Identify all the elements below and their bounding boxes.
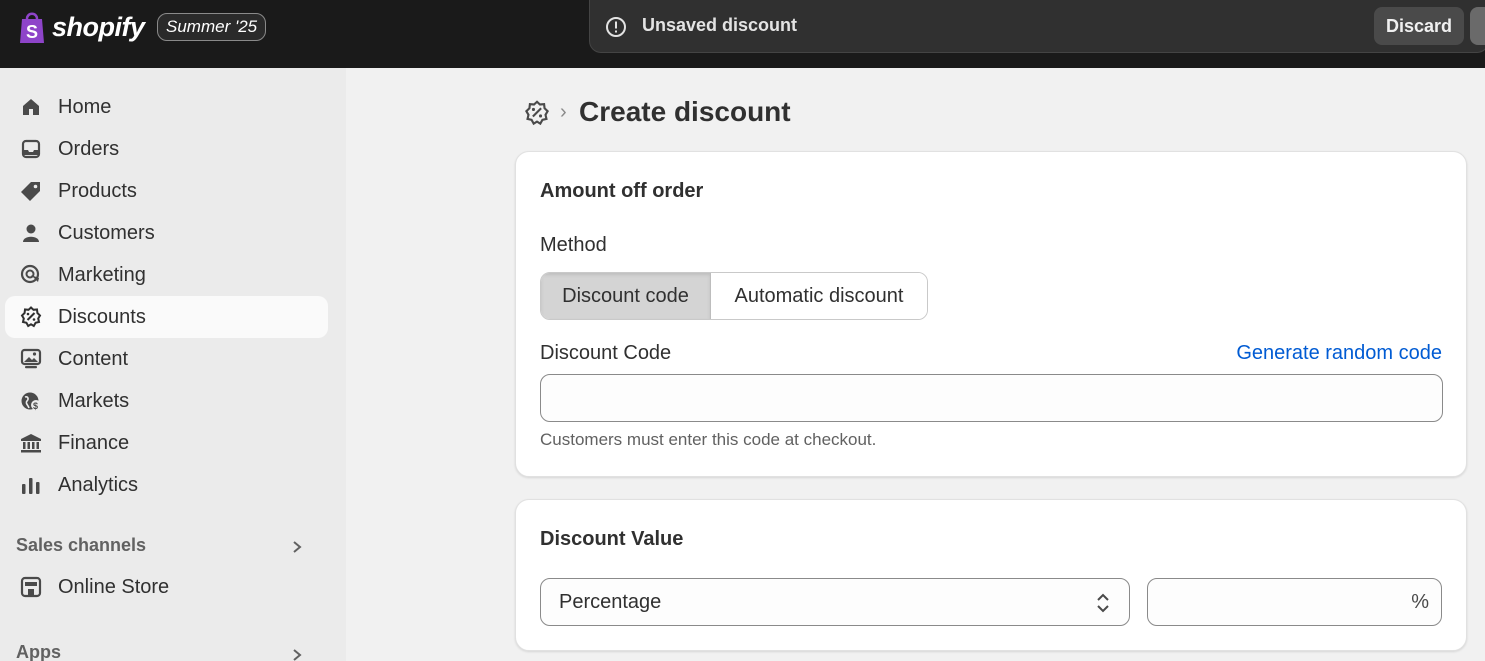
sidebar-item-label: Orders (58, 138, 120, 160)
store-icon (20, 576, 42, 598)
discount-code-help-text: Customers must enter this code at checko… (540, 430, 877, 449)
discount-amount-input[interactable]: % (1147, 578, 1442, 626)
discount-icon (20, 306, 42, 328)
sidebar-item-home[interactable]: Home (5, 86, 328, 128)
discount-type-select[interactable]: Percentage (540, 578, 1130, 626)
sidebar-item-customers[interactable]: Customers (5, 212, 328, 254)
percent-suffix: % (1411, 591, 1429, 613)
unsaved-message: Unsaved discount (642, 15, 798, 35)
home-icon (23, 99, 39, 115)
save-button[interactable] (1470, 7, 1485, 45)
svg-text:$: $ (33, 401, 38, 411)
sidebar-item-label: Finance (58, 432, 130, 454)
contextual-save-bar: Unsaved discount Discard (589, 0, 1485, 53)
sidebar-item-finance[interactable]: Finance (5, 422, 328, 464)
sidebar-item-label: Markets (58, 390, 130, 412)
sidebar-item-online-store[interactable]: Online Store (5, 566, 328, 608)
sidebar-item-marketing[interactable]: Marketing (5, 254, 328, 296)
target-icon (20, 264, 40, 284)
image-icon (20, 348, 42, 369)
tag-icon (21, 182, 40, 201)
method-segmented-control: Discount code Automatic discount (540, 272, 928, 320)
shopify-bag-icon: S (20, 12, 44, 43)
sales-channels-title[interactable]: Sales channels (16, 535, 146, 556)
page-title: Create discount (579, 96, 791, 127)
sidebar-item-label: Products (58, 180, 137, 202)
chevron-right-icon[interactable] (290, 540, 304, 554)
sidebar-item-markets[interactable]: $ Markets (5, 380, 328, 422)
select-arrows-icon (1097, 593, 1109, 613)
discount-code-label: Discount Code (540, 342, 672, 364)
sidebar-item-content[interactable]: Content (5, 338, 328, 380)
sidebar-item-analytics[interactable]: Analytics (5, 464, 328, 506)
discount-icon[interactable] (524, 100, 550, 126)
automatic-discount-option[interactable]: Automatic discount (711, 273, 927, 319)
discount-value-card: Discount Value Percentage % (515, 499, 1467, 651)
sidebar-item-label: Home (58, 96, 112, 118)
sidebar-item-products[interactable]: Products (5, 170, 328, 212)
top-bar: S shopify Summer '25 Unsaved discount Di… (0, 0, 1485, 68)
sidebar-item-label: Marketing (58, 264, 146, 286)
chevron-right-icon[interactable] (290, 648, 304, 661)
person-icon (23, 224, 39, 242)
shopify-logo[interactable]: S shopify (16, 9, 145, 45)
breadcrumb-separator: › (560, 101, 567, 123)
brand-wordmark: shopify (52, 11, 145, 42)
sidebar-item-label: Analytics (58, 474, 139, 496)
inbox-icon (21, 139, 41, 159)
sidebar-item-label: Content (58, 348, 129, 370)
alert-circle-icon (606, 17, 626, 37)
apps-title[interactable]: Apps (16, 642, 61, 661)
globe-icon: $ (21, 392, 41, 411)
method-label: Method (540, 234, 607, 256)
card-title: Amount off order (540, 180, 704, 202)
card-title: Discount Value (540, 528, 684, 550)
sidebar-item-orders[interactable]: Orders (5, 128, 328, 170)
sidebar-item-label: Online Store (58, 576, 170, 598)
bar-chart-icon (22, 478, 40, 494)
sidebar: Home Orders Products Customers Marketing… (0, 68, 346, 661)
discount-code-option[interactable]: Discount code (541, 273, 711, 319)
svg-text:S: S (26, 22, 38, 42)
discount-code-input[interactable] (540, 374, 1443, 422)
sidebar-item-discounts[interactable]: Discounts (5, 296, 328, 338)
discard-button[interactable]: Discard (1374, 7, 1464, 45)
season-badge: Summer '25 (157, 13, 267, 41)
sidebar-item-label: Discounts (58, 306, 146, 328)
amount-off-order-card: Amount off order Method Discount code Au… (515, 151, 1467, 477)
select-value: Percentage (559, 591, 662, 613)
bank-icon (21, 434, 41, 453)
generate-random-code-link[interactable]: Generate random code (1236, 342, 1442, 365)
sidebar-item-label: Customers (58, 222, 155, 244)
